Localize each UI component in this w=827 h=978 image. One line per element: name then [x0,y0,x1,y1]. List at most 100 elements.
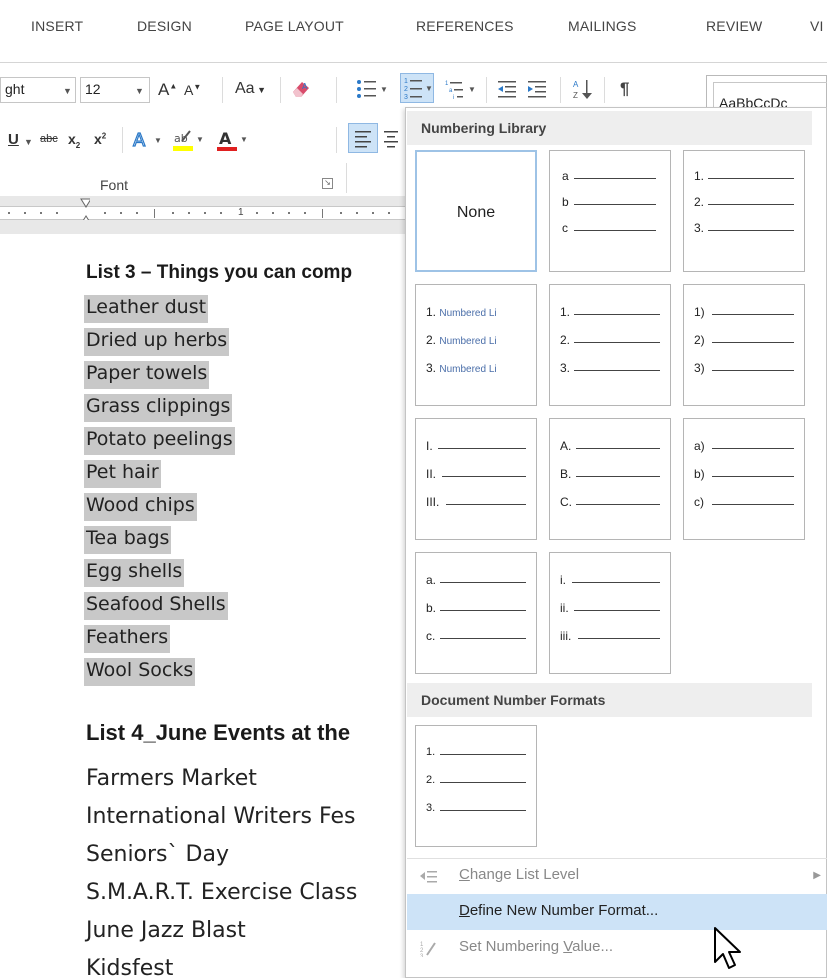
numbering-tile-decimal[interactable]: 1. 2. 3. [683,150,805,272]
multilevel-list-icon: 1ai ▼ [445,81,476,101]
grow-font-button[interactable]: A▲ [158,80,177,100]
list-item: Grass clippings [84,394,233,422]
numbering-tile-decimal-paren[interactable]: 1) 2) 3) [683,284,805,406]
numbering-tile-letter-lower-dot[interactable]: a. b. c. [415,552,537,674]
list-item: International Writers Fes [86,804,356,829]
tab-page-layout[interactable]: PAGE LAYOUT [245,18,344,34]
text-effects-icon: A ▼ [132,129,162,151]
numbering-tile-roman-lower[interactable]: i. ii. iii. [549,552,671,674]
increase-indent-button[interactable] [526,77,552,104]
font-name-box[interactable]: ght ▼ [0,77,76,103]
separator [222,77,223,103]
bullets-button[interactable]: ▼ [356,77,390,104]
font-name-value: ght [5,81,25,97]
tab-design[interactable]: DESIGN [137,18,192,34]
mouse-pointer-icon [714,927,741,969]
shrink-font-button[interactable]: A▼ [184,82,201,98]
numbering-icon: 123 ▼ [404,78,433,101]
svg-text:▼: ▼ [380,85,388,94]
svg-text:ab: ab [174,132,188,145]
bullets-icon: ▼ [357,80,388,98]
svg-text:A: A [133,130,146,151]
separator [486,77,487,103]
separator [336,77,337,103]
sort-button[interactable]: AZ [572,77,596,104]
superscript-button[interactable]: x2 [94,131,106,147]
ribbon-tabs: INSERT DESIGN PAGE LAYOUT REFERENCES MAI… [0,0,827,62]
chevron-down-icon[interactable]: ▼ [63,86,72,96]
document-format-tile-decimal[interactable]: 1. 2. 3. [415,725,537,847]
numbering-tile-letter-upper[interactable]: A. B. C. [549,418,671,540]
separator [122,127,123,153]
set-numbering-value-icon: 123 [420,942,436,957]
svg-text:▼: ▼ [154,136,162,145]
font-size-box[interactable]: 12 ▼ [80,77,150,103]
list4-heading: List 4_June Events at the [86,720,351,745]
svg-text:A: A [219,129,232,148]
svg-text:▼: ▼ [468,85,476,94]
change-list-level-icon [420,871,437,883]
svg-text:1: 1 [445,81,449,87]
numbering-tile-letter-lower-paren[interactable]: a) b) c) [683,418,805,540]
align-center-button[interactable] [382,127,402,154]
horizontal-ruler[interactable]: 1 [0,196,410,234]
text-effects-button[interactable]: A ▼ [132,127,166,154]
subscript-button[interactable]: x2 [68,131,80,150]
indent-marker-icon[interactable] [80,198,90,220]
multilevel-list-button[interactable]: 1 a i ▼ [444,77,480,104]
numbering-tile-letter-lower-dash[interactable]: a b c [549,150,671,272]
svg-text:3: 3 [420,954,424,957]
submenu-arrow-icon: ▶ [813,870,821,881]
numbering-dropdown: Numbering Library None a b c 1. 2. 3. 1.… [405,107,827,978]
separator [280,77,281,103]
font-dialog-launcher-icon[interactable]: ↘ [322,178,333,189]
numbering-tile-numbered-heading[interactable]: 1. Numbered Li 2. Numbered Li 3. Numbere… [415,284,537,406]
list-item: Feathers [84,625,171,653]
list-item: Potato peelings [84,427,235,455]
increase-indent-icon [528,81,546,98]
align-left-icon [355,131,371,148]
document-page[interactable]: List 3 – Things you can comp Leather dus… [0,236,410,978]
tab-insert[interactable]: INSERT [31,18,83,34]
set-numbering-value-item[interactable]: 123 Set Numbering Value... [407,930,827,966]
svg-text:i: i [453,95,454,101]
separator [560,77,561,103]
svg-text:A: A [302,82,308,91]
separator [346,163,347,193]
list-item: Seniors` Day [86,842,229,867]
tab-references[interactable]: REFERENCES [416,18,514,34]
separator [336,127,337,153]
sort-icon: AZ [573,80,592,100]
list-item: June Jazz Blast [86,918,246,943]
numbering-button[interactable]: 1 2 3 ▼ [400,73,434,103]
list-item: Dried up herbs [84,328,230,356]
numbering-tile-roman-upper[interactable]: I. II. III. [415,418,537,540]
ruler-strip: 1 [0,206,410,220]
font-color-button[interactable]: A ▼ [216,127,250,156]
list-item: Wool Socks [84,658,196,686]
highlighter-icon: ab ▼ [173,130,204,151]
underline-button[interactable]: U [8,131,19,148]
strikethrough-button[interactable]: abc [40,133,58,145]
list-item: Tea bags [84,526,172,554]
list-item: Farmers Market [86,766,257,791]
show-hide-paragraph-button[interactable]: ¶ [620,79,629,99]
clear-formatting-button[interactable]: A [290,77,312,104]
ruler-number: 1 [238,207,244,218]
svg-text:2: 2 [404,86,408,93]
list-item: Wood chips [84,493,197,521]
chevron-down-icon[interactable]: ▼ [135,86,144,96]
tab-view[interactable]: VI [810,18,824,34]
tab-mailings[interactable]: MAILINGS [568,18,637,34]
align-left-button[interactable] [348,123,378,153]
chevron-down-icon[interactable]: ▼ [24,137,33,147]
decrease-indent-button[interactable] [496,77,522,104]
change-list-level-item[interactable]: Change List Level ▶ [407,858,827,894]
change-case-button[interactable]: Aa ▼ [235,80,266,98]
highlight-color-button[interactable]: ab ▼ [172,127,208,156]
tab-review[interactable]: REVIEW [706,18,762,34]
svg-text:A: A [573,80,579,89]
numbering-tile-decimal-2[interactable]: 1. 2. 3. [549,284,671,406]
define-new-number-format-item[interactable]: Define New Number Format... [407,894,827,930]
numbering-none-tile[interactable]: None [415,150,537,272]
